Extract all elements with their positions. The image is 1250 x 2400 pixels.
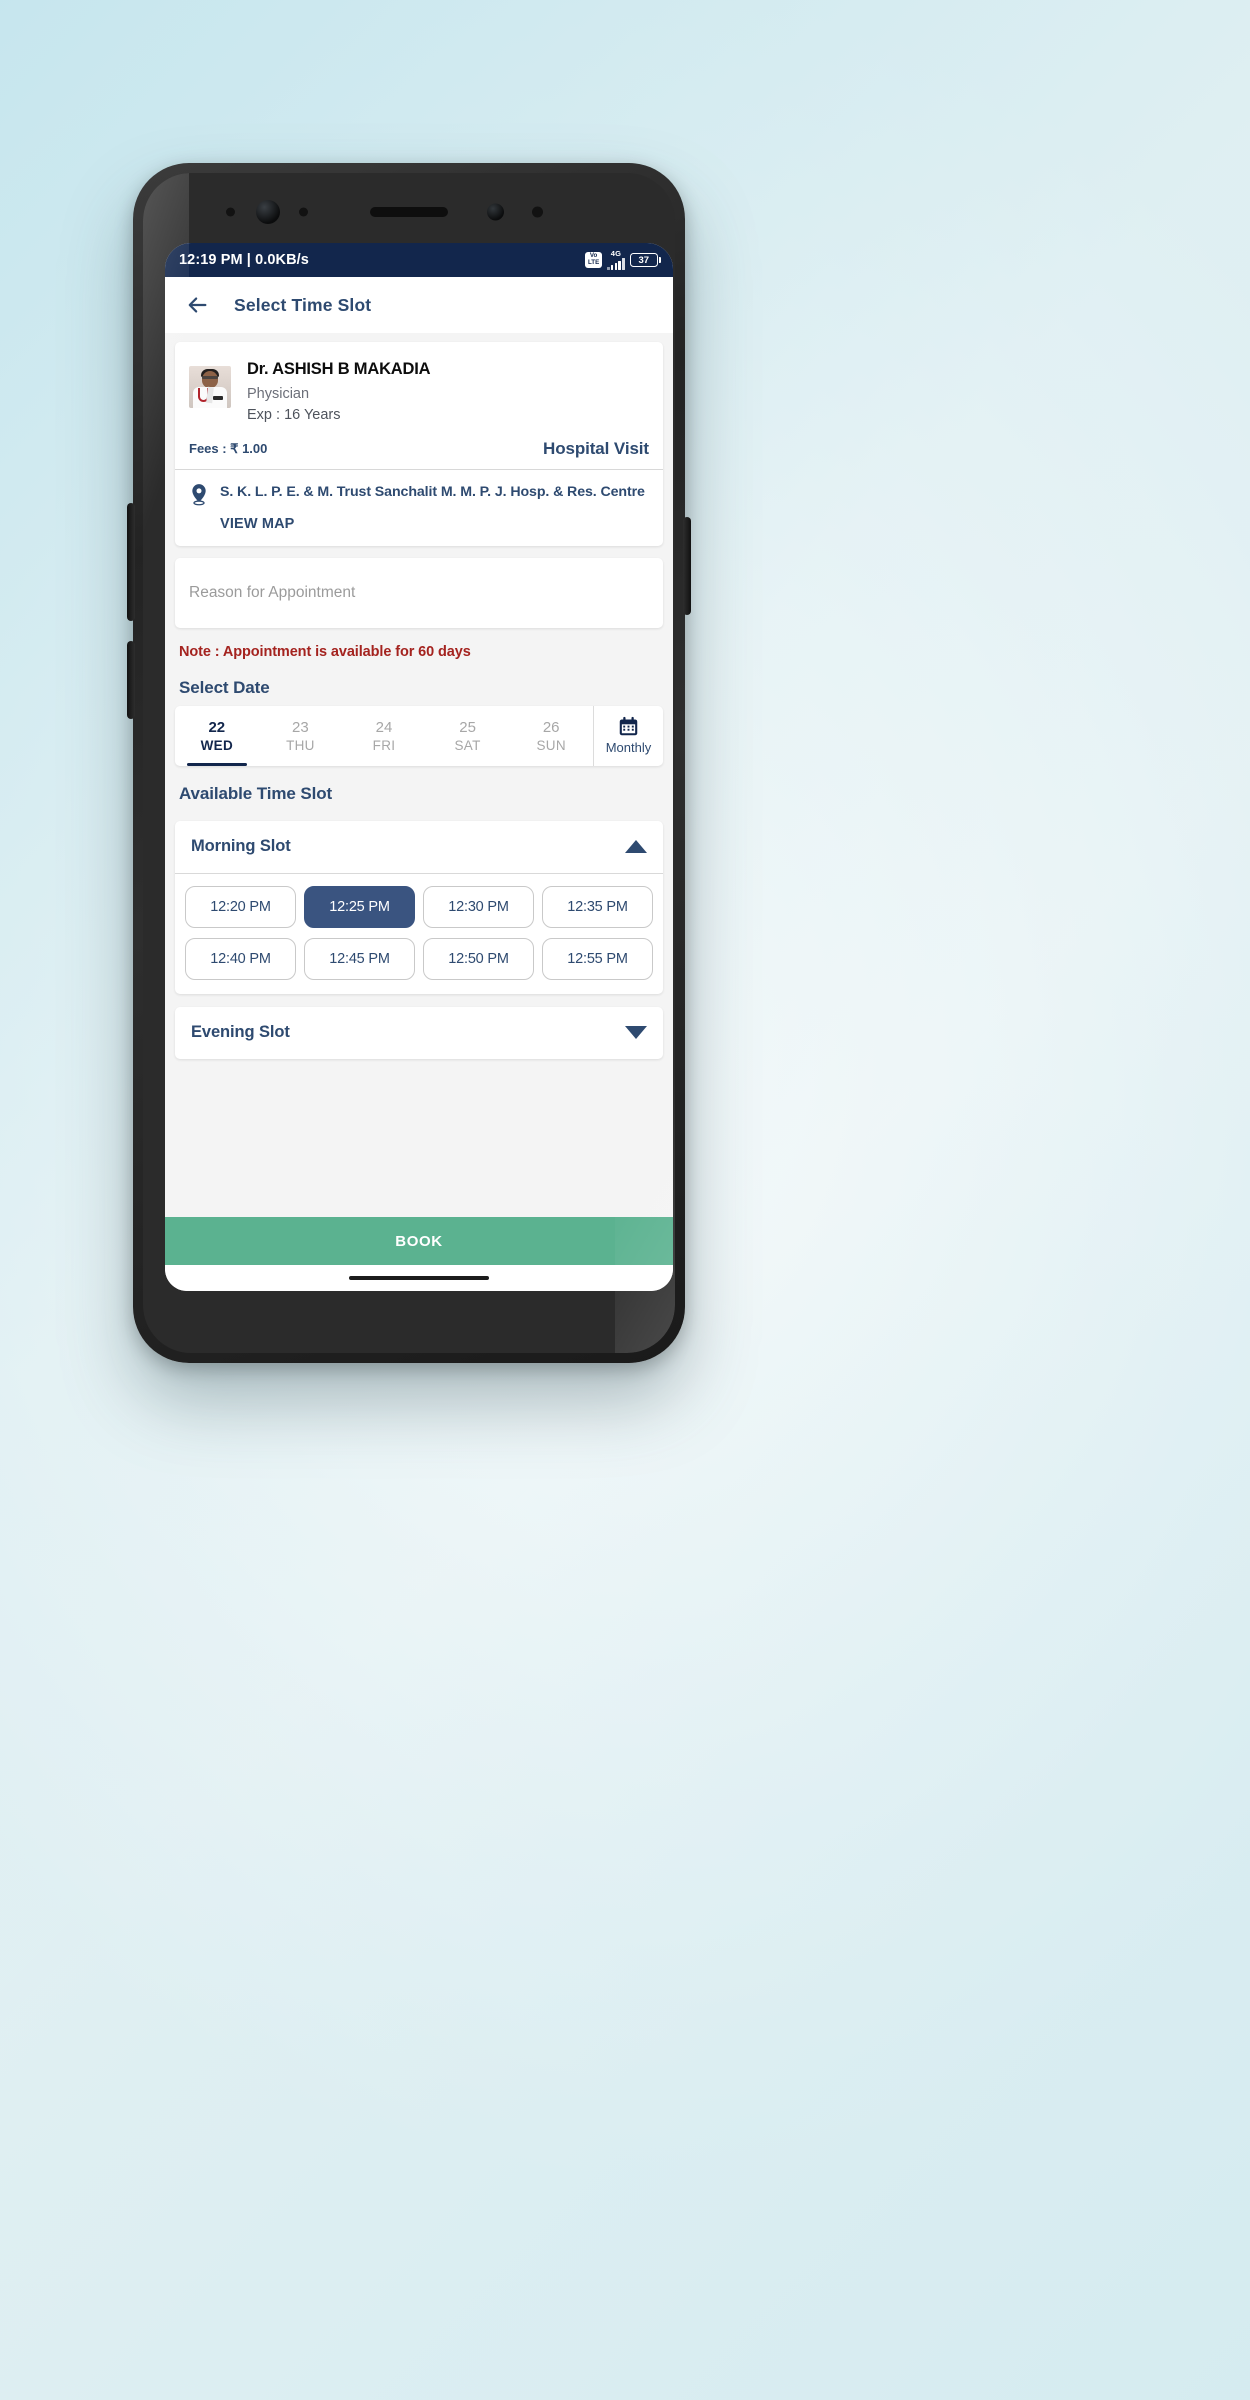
evening-slot-label: Evening Slot [191,1023,290,1042]
doctor-experience: Exp : 16 Years [247,407,341,423]
arrow-left-icon[interactable] [187,294,209,316]
time-slot-chip[interactable]: 12:55 PM [542,937,653,980]
date-cell-3[interactable]: 25 SAT [426,706,510,766]
volume-down-button[interactable] [127,641,135,719]
sensor-dot [299,207,308,217]
doctor-summary-row: Dr. ASHISH B MAKADIA Physician Exp : 16 … [175,342,663,433]
morning-slot-grid: 12:20 PM 12:25 PM 12:30 PM 12:35 PM 12:4… [175,874,663,994]
app-bar: Select Time Slot [165,277,673,333]
morning-slot-header[interactable]: Morning Slot [175,821,663,873]
time-slot-chip[interactable]: 12:45 PM [304,937,415,980]
gesture-home-bar[interactable] [349,1276,489,1280]
sensor-dot [226,207,235,217]
front-camera-icon [256,200,280,224]
signal-bars-icon [607,258,625,271]
sensor-dot [487,203,504,221]
battery-icon: 37 [629,253,661,267]
doctor-name: Dr. ASHISH B MAKADIA [247,360,431,378]
date-number: 23 [292,718,309,736]
available-time-slot-title: Available Time Slot [179,783,333,803]
fee-row: Fees : ₹ 1.00 Hospital Visit [175,433,663,470]
doctor-info: Dr. ASHISH B MAKADIA Physician Exp : 16 … [247,356,431,423]
earpiece-speaker [370,207,448,217]
evening-slot-header[interactable]: Evening Slot [175,1007,663,1059]
date-number: 22 [208,718,226,736]
page-content: Dr. ASHISH B MAKADIA Physician Exp : 16 … [165,333,673,1217]
doctor-specialty: Physician [247,386,310,402]
morning-slot-card: Morning Slot 12:20 PM 12:25 PM 12:30 PM … [175,820,663,994]
date-weekday: FRI [372,737,396,753]
time-slot-chip[interactable]: 12:50 PM [423,937,534,980]
time-slot-chip[interactable]: 12:40 PM [185,937,296,980]
reason-input[interactable]: Reason for Appointment [175,557,663,628]
gesture-nav-area [165,1265,673,1291]
time-slot-chip[interactable]: 12:20 PM [185,885,296,928]
date-number: 26 [542,718,560,736]
date-cell-1[interactable]: 23 THU [259,706,343,766]
date-weekday: SUN [536,737,566,753]
date-weekday: WED [200,737,233,753]
phone-device: 12:19 PM | 0.0KB/s Vo LTE 4G 37 Select T… [127,163,691,1363]
volume-up-button[interactable] [127,503,135,621]
volte-line-2: LTE [587,259,600,266]
sensor-row [143,195,675,229]
availability-note: Note : Appointment is available for 60 d… [179,643,471,660]
book-button[interactable]: BOOK [165,1217,673,1265]
battery-level-label: 37 [629,253,658,267]
hospital-row: S. K. L. P. E. & M. Trust Sanchalit M. M… [175,470,663,546]
date-number: 24 [375,718,393,736]
page-title: Select Time Slot [234,294,372,315]
caret-up-icon[interactable] [625,840,647,854]
view-map-link[interactable]: VIEW MAP [220,516,645,532]
phone-screen: 12:19 PM | 0.0KB/s Vo LTE 4G 37 Select T… [165,243,673,1291]
date-cell-4[interactable]: 26 SUN [509,706,593,766]
morning-slot-label: Morning Slot [191,837,291,856]
network-type-label: 4G [610,248,622,258]
doctor-card: Dr. ASHISH B MAKADIA Physician Exp : 16 … [175,342,663,546]
date-selector: 22 WED 23 THU 24 FRI 25 SAT 26 SUN Month… [175,705,663,766]
hospital-name: S. K. L. P. E. & M. Trust Sanchalit M. M… [220,484,645,500]
time-slot-chip[interactable]: 12:30 PM [423,885,534,928]
select-date-title: Select Date [179,677,270,697]
date-cell-2[interactable]: 24 FRI [342,706,426,766]
monthly-view-button[interactable]: Monthly [592,705,663,766]
date-weekday: SAT [454,737,481,753]
status-time-and-speed: 12:19 PM | 0.0KB/s [179,252,309,268]
doctor-fees: Fees : ₹ 1.00 [189,441,268,456]
signal-strength-icon: 4G [607,250,625,271]
status-bar: 12:19 PM | 0.0KB/s Vo LTE 4G 37 [165,243,673,277]
date-weekday: THU [286,737,315,753]
date-number: 25 [459,718,476,736]
doctor-avatar [189,366,231,408]
phone-bezel: 12:19 PM | 0.0KB/s Vo LTE 4G 37 Select T… [143,173,675,1353]
evening-slot-card: Evening Slot [175,1006,663,1059]
volte-icon: Vo LTE [585,251,603,269]
hospital-details: S. K. L. P. E. & M. Trust Sanchalit M. M… [220,482,645,532]
date-cell-0[interactable]: 22 WED [175,706,259,766]
power-button[interactable] [683,517,691,615]
sensor-dot [532,206,543,218]
location-pin-icon [192,484,206,506]
calendar-icon [619,716,638,736]
caret-down-icon[interactable] [625,1026,647,1040]
status-icons: Vo LTE 4G 37 [585,250,661,271]
monthly-label: Monthly [605,740,652,756]
time-slot-chip-selected[interactable]: 12:25 PM [304,885,415,928]
time-slot-chip[interactable]: 12:35 PM [542,885,653,928]
battery-tip [658,257,661,263]
visit-type-label: Hospital Visit [543,439,649,458]
